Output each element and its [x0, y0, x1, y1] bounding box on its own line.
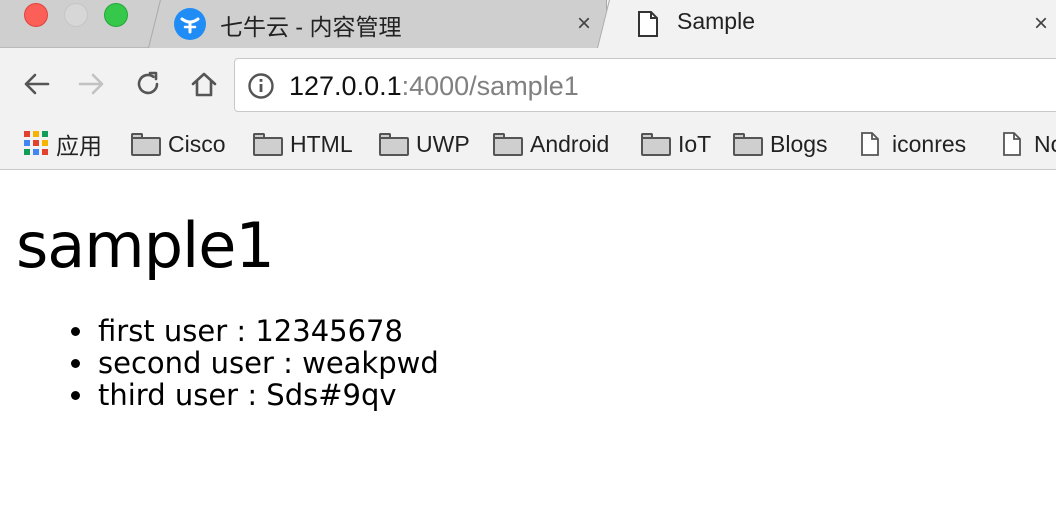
tab-sample[interactable]: Sample × [606, 0, 1056, 48]
document-icon [861, 132, 879, 156]
bookmark-apps[interactable]: 应用 [24, 126, 102, 162]
bookmark-iconres[interactable]: iconres [860, 126, 966, 162]
apps-grid-icon [24, 131, 50, 157]
list-item: first user : 12345678 [96, 315, 439, 347]
tab-qiniu[interactable]: 七牛云 - 内容管理 × [148, 0, 618, 48]
reload-button[interactable] [132, 68, 164, 100]
url-host: 127.0.0.1 [289, 71, 402, 101]
bookmark-label: HTML [290, 130, 353, 157]
bookmark-blogs[interactable]: Blogs [732, 126, 828, 162]
bookmark-no[interactable]: No [1002, 126, 1056, 162]
bookmark-iot[interactable]: IoT [640, 126, 711, 162]
address-bar[interactable]: 127.0.0.1:4000/sample1 [234, 58, 1056, 112]
bookmark-label: Cisco [168, 130, 226, 157]
back-button[interactable] [20, 68, 52, 100]
list-item: second user : weakpwd [96, 347, 439, 379]
window-close-button[interactable] [24, 3, 48, 27]
bookmark-label: Android [530, 130, 610, 157]
reload-icon [137, 71, 159, 95]
browser-toolbar: 127.0.0.1:4000/sample1 [0, 48, 1056, 120]
bookmark-html[interactable]: HTML [252, 126, 353, 162]
folder-icon [492, 132, 524, 156]
folder-icon [252, 132, 284, 156]
url-path: :4000/sample1 [401, 71, 579, 101]
tab-title: 七牛云 - 内容管理 [220, 14, 402, 40]
folder-icon [640, 132, 672, 156]
folder-icon [378, 132, 410, 156]
bookmark-label: Blogs [770, 130, 828, 157]
list-item: third user : Sds#9qv [96, 379, 439, 411]
qiniu-logo-icon [174, 8, 206, 40]
info-icon[interactable] [247, 72, 275, 105]
tab-strip: 七牛云 - 内容管理 × Sample × [0, 0, 1056, 48]
bookmark-cisco[interactable]: Cisco [130, 126, 226, 162]
folder-icon [732, 132, 764, 156]
close-icon[interactable]: × [1027, 10, 1055, 38]
bookmark-android[interactable]: Android [492, 126, 609, 162]
folder-icon [130, 132, 162, 156]
arrow-left-icon [24, 73, 50, 95]
window-zoom-button[interactable] [104, 3, 128, 27]
arrow-right-icon [78, 73, 104, 95]
bookmark-label: No [1034, 130, 1056, 157]
bookmarks-bar: 应用 Cisco HTML UWP Android IoT Blogs icon… [0, 120, 1056, 170]
tab-title: Sample [677, 8, 755, 34]
home-icon [191, 72, 217, 97]
home-button[interactable] [188, 68, 220, 100]
bookmark-label: IoT [678, 130, 712, 157]
forward-button[interactable] [76, 68, 108, 100]
bookmark-label: UWP [416, 130, 470, 157]
bookmark-label: iconres [892, 130, 967, 157]
bookmark-uwp[interactable]: UWP [378, 126, 470, 162]
document-icon [637, 10, 659, 43]
document-icon [1003, 132, 1021, 156]
close-icon[interactable]: × [570, 10, 598, 38]
user-list: first user : 12345678 second user : weak… [96, 315, 439, 411]
page-title: sample1 [16, 209, 275, 282]
url-text: 127.0.0.1:4000/sample1 [289, 71, 579, 102]
page-content: sample1 first user : 12345678 second use… [0, 171, 1056, 514]
window-minimize-button[interactable] [64, 3, 88, 27]
bookmark-label: 应用 [56, 133, 102, 159]
